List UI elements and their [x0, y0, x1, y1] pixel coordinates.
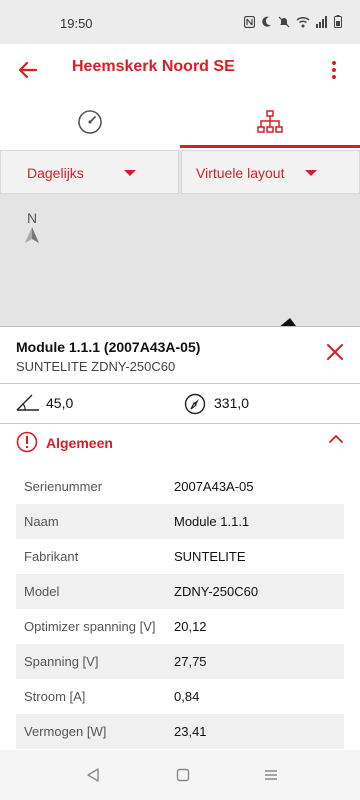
- row-label: Model: [24, 584, 60, 599]
- system-nav-bar: [0, 750, 360, 800]
- back-button[interactable]: [14, 56, 42, 84]
- back-triangle-icon[interactable]: [86, 768, 100, 782]
- row-label: Vermogen [W]: [24, 724, 107, 739]
- more-vertical-icon: [332, 61, 336, 79]
- module-title: Module 1.1.1 (2007A43A-05): [16, 339, 201, 355]
- row-value: 23,41: [174, 724, 207, 739]
- filter-bar: Dagelijks Virtuele layout: [0, 150, 360, 194]
- nfc-icon: [244, 15, 255, 28]
- app-bar: Heemskerk Noord SE: [0, 44, 360, 96]
- compass-north-label: N: [26, 210, 38, 226]
- table-row: Stroom [A] 0,84: [16, 679, 344, 714]
- row-label: Serienummer: [24, 479, 103, 494]
- row-value: 20,12: [174, 619, 207, 634]
- status-icons: [244, 15, 342, 28]
- row-value: 27,75: [174, 654, 207, 669]
- tilt-value: 45,0: [46, 395, 74, 411]
- home-square-icon[interactable]: [176, 768, 190, 782]
- row-value: 0,84: [174, 689, 200, 704]
- status-time: 19:50: [60, 16, 93, 31]
- signal-icon: [316, 15, 327, 28]
- table-row: Optimizer spanning [V] 20,12: [16, 609, 344, 644]
- module-orientation: 45,0 331,0: [0, 385, 360, 421]
- gauge-icon: [78, 110, 102, 134]
- chevron-up-icon[interactable]: [328, 433, 344, 445]
- recents-menu-icon[interactable]: [264, 768, 278, 782]
- row-value: Module 1.1.1: [174, 514, 250, 529]
- tab-layout[interactable]: [180, 96, 360, 148]
- compass: N: [22, 210, 42, 249]
- azimuth-metric: 331,0: [180, 385, 360, 421]
- compass-icon: [184, 393, 206, 415]
- more-options-button[interactable]: [320, 56, 348, 84]
- battery-icon: [334, 15, 342, 28]
- tilt-metric: 45,0: [0, 385, 180, 421]
- chevron-down-icon: [305, 170, 317, 176]
- module-subtitle: SUNTELITE ZDNY-250C60: [16, 359, 176, 374]
- azimuth-value: 331,0: [214, 395, 250, 411]
- north-arrow-icon: [25, 227, 39, 243]
- table-row: Fabrikant SUNTELITE: [16, 539, 344, 574]
- table-row: Vermogen [W] 23,41: [16, 714, 344, 749]
- table-row: Model ZDNY-250C60: [16, 574, 344, 609]
- status-bar: 19:50: [0, 0, 360, 44]
- module-detail-sheet: Module 1.1.1 (2007A43A-05) SUNTELITE ZDN…: [0, 326, 360, 750]
- table-row: Spanning [V] 27,75: [16, 644, 344, 679]
- tab-dashboard[interactable]: [0, 96, 180, 148]
- hierarchy-icon: [257, 110, 283, 133]
- table-row: Naam Module 1.1.1: [16, 504, 344, 539]
- row-value: ZDNY-250C60: [174, 584, 259, 599]
- view-tabs: [0, 96, 360, 148]
- row-label: Spanning [V]: [24, 654, 99, 669]
- row-label: Naam: [24, 514, 59, 529]
- view-dropdown[interactable]: Virtuele layout: [181, 150, 360, 194]
- divider: [0, 383, 360, 384]
- row-value: 2007A43A-05: [174, 479, 254, 494]
- period-dropdown[interactable]: Dagelijks: [0, 150, 179, 194]
- section-header-general[interactable]: Algemeen: [0, 423, 360, 463]
- row-value: SUNTELITE: [174, 549, 246, 564]
- layout-canvas[interactable]: N: [0, 194, 360, 328]
- row-label: Stroom [A]: [24, 689, 86, 704]
- chevron-down-icon: [124, 170, 136, 176]
- section-title: Algemeen: [46, 435, 113, 451]
- row-label: Fabrikant: [24, 549, 79, 564]
- arrow-left-icon: [18, 61, 38, 79]
- moon-icon: [262, 16, 271, 27]
- mute-icon: [278, 16, 290, 27]
- close-button[interactable]: [324, 341, 346, 363]
- close-icon: [327, 344, 343, 360]
- period-dropdown-label: Dagelijks: [27, 165, 84, 181]
- tilt-angle-icon: [16, 394, 39, 411]
- properties-table: Serienummer 2007A43A-05 Naam Module 1.1.1 …: [16, 469, 344, 749]
- row-label: Optimizer spanning [V]: [24, 619, 156, 634]
- view-dropdown-label: Virtuele layout: [196, 165, 285, 181]
- page-title: Heemskerk Noord SE: [72, 58, 235, 75]
- wifi-icon: [296, 16, 310, 27]
- table-row: Serienummer 2007A43A-05: [16, 469, 344, 504]
- info-icon: [16, 431, 38, 453]
